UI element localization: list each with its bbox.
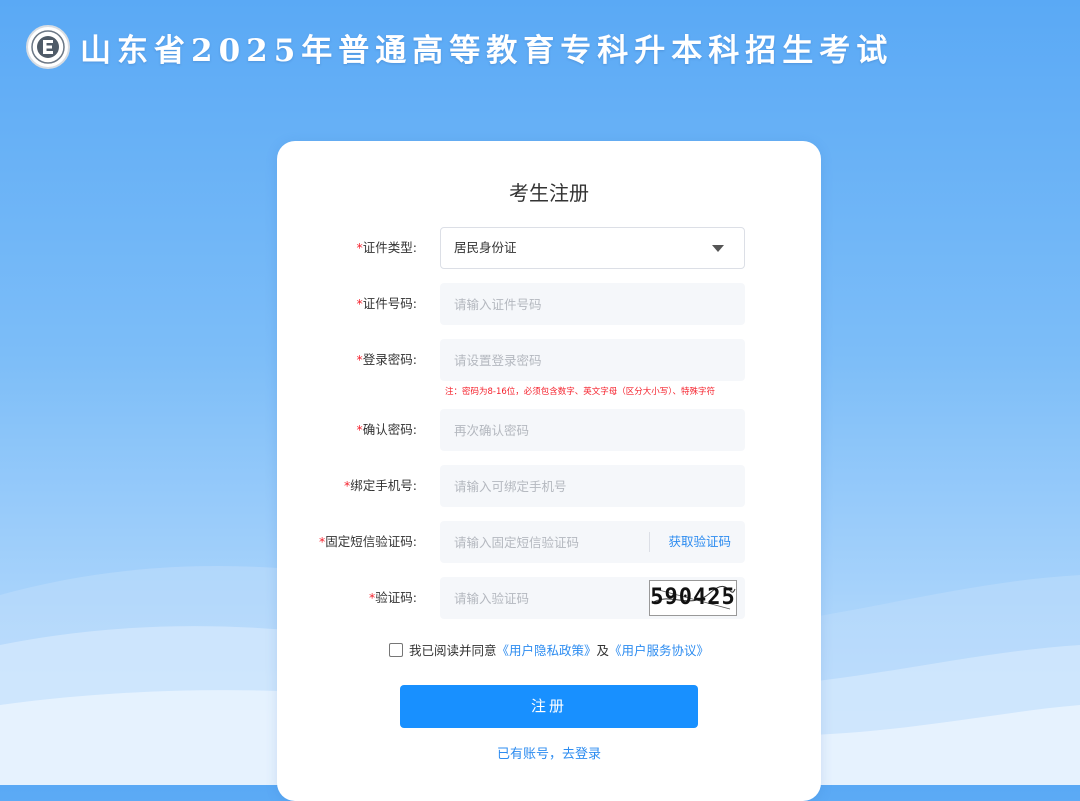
password-label: *登录密码: xyxy=(356,352,417,367)
captcha-image[interactable]: 590425 xyxy=(649,580,737,616)
confirm-password-input[interactable] xyxy=(440,409,745,451)
privacy-policy-link[interactable]: 《用户隐私政策》 xyxy=(496,643,596,658)
confirm-password-row: *确认密码: xyxy=(277,409,821,451)
password-field xyxy=(440,339,745,381)
captcha-field: 590425 xyxy=(440,577,745,619)
sms-code-field: 获取验证码 xyxy=(440,521,745,563)
captcha-input[interactable] xyxy=(440,577,650,619)
phone-field xyxy=(440,465,745,507)
confirm-password-label: *确认密码: xyxy=(356,422,417,437)
service-agreement-link[interactable]: 《用户服务协议》 xyxy=(609,643,709,658)
id-type-select[interactable]: 居民身份证 xyxy=(440,227,745,269)
site-header: 山东省2025年普通高等教育专科升本科招生考试 xyxy=(26,22,893,72)
agreement-and: 及 xyxy=(596,643,610,658)
password-row: *登录密码: xyxy=(277,339,821,381)
phone-row: *绑定手机号: xyxy=(277,465,821,507)
captcha-label: *验证码: xyxy=(369,590,417,605)
captcha-row: *验证码: 590425 xyxy=(277,577,821,619)
confirm-password-field xyxy=(440,409,745,451)
field-divider xyxy=(649,532,650,552)
get-sms-code-button[interactable]: 获取验证码 xyxy=(668,521,731,563)
registration-card: 考生注册 *证件类型: 居民身份证 *证件号码: *登录密码: 注：密码为8-1… xyxy=(277,141,821,801)
captcha-text: 590425 xyxy=(650,585,736,610)
sms-code-input[interactable] xyxy=(440,521,650,563)
exam-institute-seal-icon xyxy=(26,25,70,69)
form-title: 考生注册 xyxy=(509,181,589,205)
site-title: 山东省2025年普通高等教育专科升本科招生考试 xyxy=(80,32,894,69)
password-input[interactable] xyxy=(440,339,745,381)
sms-code-label: *固定短信验证码: xyxy=(319,534,417,549)
caret-down-icon xyxy=(712,245,724,252)
id-type-label: *证件类型: xyxy=(356,240,417,255)
id-number-field xyxy=(440,283,745,325)
phone-input[interactable] xyxy=(440,465,745,507)
id-number-row: *证件号码: xyxy=(277,283,821,325)
id-number-label: *证件号码: xyxy=(356,296,417,311)
password-rule-note: 注：密码为8-16位，必须包含数字、英文字母（区分大小写）、特殊字符 xyxy=(445,387,716,397)
sms-code-row: *固定短信验证码: 获取验证码 xyxy=(277,521,821,563)
id-type-value: 居民身份证 xyxy=(454,240,517,255)
id-number-input[interactable] xyxy=(440,283,745,325)
agreement-row: 我已阅读并同意《用户隐私政策》及《用户服务协议》 xyxy=(277,641,821,661)
phone-label: *绑定手机号: xyxy=(344,478,417,493)
id-type-row: *证件类型: 居民身份证 xyxy=(277,227,821,269)
agreement-checkbox[interactable] xyxy=(388,643,403,657)
register-button[interactable]: 注册 xyxy=(400,685,698,728)
agreement-prefix: 我已阅读并同意 xyxy=(408,643,497,658)
go-login-link[interactable]: 已有账号，去登录 xyxy=(277,743,821,762)
